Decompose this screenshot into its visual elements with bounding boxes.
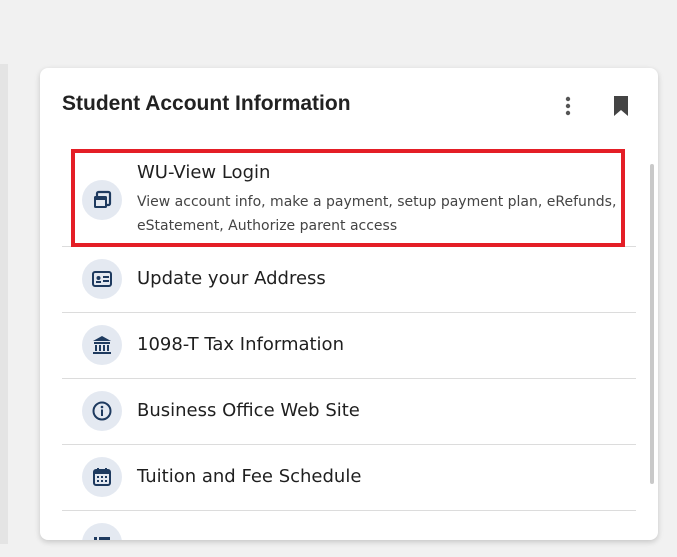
list-item-title: Tuition and Fee Schedule xyxy=(137,466,362,487)
bookmark-icon[interactable] xyxy=(612,94,630,118)
link-list: WU-View Login View account info, make a … xyxy=(62,148,636,540)
list-item-title: Business Office Web Site xyxy=(137,400,360,421)
id-card-icon xyxy=(82,259,122,299)
list-item-title: WU-View Login xyxy=(137,162,271,183)
list-item-1098t-tax[interactable]: 1098-T Tax Information xyxy=(62,313,636,379)
list-item-tuition-schedule[interactable]: Tuition and Fee Schedule xyxy=(62,445,636,511)
list-item-partial[interactable] xyxy=(62,511,636,540)
list-item-description: View account info, make a payment, setup… xyxy=(137,194,617,234)
scrollbar[interactable] xyxy=(650,164,654,484)
list-item-title: Update your Address xyxy=(137,268,326,289)
list-item-update-address[interactable]: Update your Address xyxy=(62,247,636,313)
bank-icon xyxy=(82,325,122,365)
open-in-window-icon xyxy=(82,180,122,220)
list-item-wu-view-login[interactable]: WU-View Login View account info, make a … xyxy=(62,148,636,247)
list-item-business-office[interactable]: Business Office Web Site xyxy=(62,379,636,445)
info-icon xyxy=(82,391,122,431)
list-icon xyxy=(82,523,122,540)
calendar-icon xyxy=(82,457,122,497)
background-panel-edge xyxy=(0,64,8,544)
card-title: Student Account Information xyxy=(62,92,351,115)
more-vert-icon[interactable] xyxy=(558,94,578,118)
student-account-card: Student Account Information WU-View Logi… xyxy=(40,68,658,540)
list-item-title: 1098-T Tax Information xyxy=(137,334,344,355)
